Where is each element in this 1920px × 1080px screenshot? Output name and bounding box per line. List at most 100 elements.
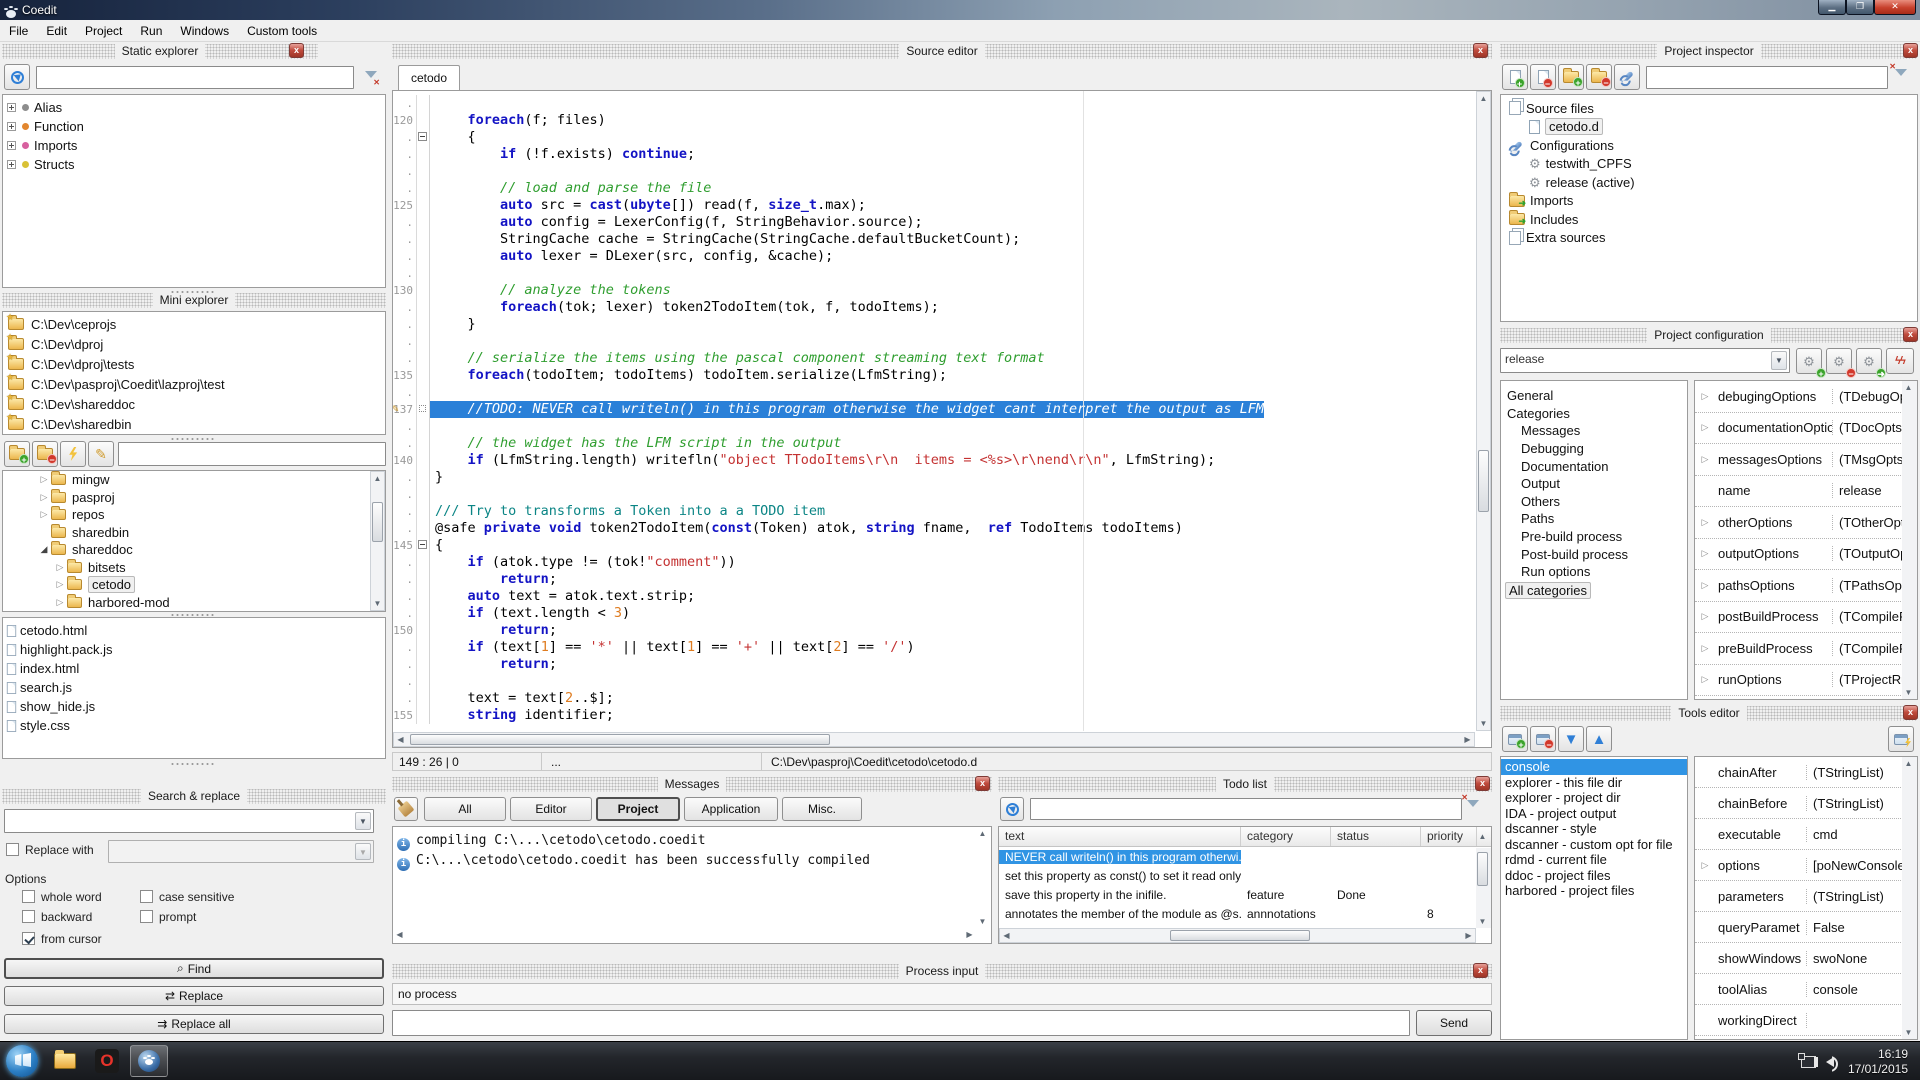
expand-icon[interactable]: ▷ xyxy=(1695,611,1715,622)
property-row[interactable]: ▷runOptions(TProjectRunO xyxy=(1695,665,1917,697)
todo-hscrollbar[interactable]: ◀ ▶ xyxy=(999,928,1476,943)
config-category-paths[interactable]: Paths xyxy=(1505,510,1687,528)
messages-tab-application[interactable]: Application xyxy=(684,797,778,821)
file-list-item[interactable]: style.css xyxy=(6,716,385,735)
menu-item-custom-tools[interactable]: Custom tools xyxy=(238,22,326,40)
messages-tab-editor[interactable]: Editor xyxy=(510,797,592,821)
expand-icon[interactable]: ▷ xyxy=(1695,643,1715,654)
todo-vscrollbar[interactable]: ▲ ▼ xyxy=(1476,848,1491,928)
property-row[interactable]: ▷debugingOptions(TDebugOpts) xyxy=(1695,381,1917,413)
code-line[interactable]: 130 // analyze the tokens xyxy=(393,282,1475,299)
code-line[interactable]: . // load and parse the file xyxy=(393,180,1475,197)
tool-item[interactable]: dscanner - style xyxy=(1501,821,1687,837)
code-line[interactable]: . auto config = LexerConfig(f, StringBeh… xyxy=(393,214,1475,231)
expand-icon[interactable]: ▷ xyxy=(55,597,65,608)
collapse-icon[interactable]: ◢ xyxy=(39,544,49,555)
expand-icon[interactable]: ▷ xyxy=(39,492,49,503)
code-line[interactable]: . xyxy=(393,418,1475,435)
mini-tree-scrollbar[interactable]: ▲ ▼ xyxy=(370,471,385,611)
inspector-item-testwith_cpfs[interactable]: ⚙testwith_CPFS xyxy=(1505,155,1917,174)
tool-item[interactable]: console xyxy=(1501,759,1687,775)
property-row[interactable]: workingDirect xyxy=(1695,1005,1917,1036)
code-line[interactable]: . xyxy=(393,673,1475,690)
code-line[interactable]: .@safe private void token2TodoItem(const… xyxy=(393,520,1475,537)
code-line[interactable]: . if (text.length < 3) xyxy=(393,605,1475,622)
code-line[interactable]: . xyxy=(393,486,1475,503)
folder-tree-item[interactable]: ▷pasproj xyxy=(7,489,385,507)
tools-editor-close-icon[interactable]: x xyxy=(1903,705,1918,720)
menu-item-run[interactable]: Run xyxy=(131,22,171,40)
tree-item-structs[interactable]: Structs xyxy=(7,155,385,174)
message-entry[interactable]: icompiling C:\...\cetodo\cetodo.coedit xyxy=(397,831,991,851)
folder-tree-item[interactable]: sharedbin xyxy=(7,524,385,542)
expand-icon[interactable]: ▷ xyxy=(39,509,49,520)
project-inspector-close-icon[interactable]: x xyxy=(1903,43,1918,58)
static-explorer-close-icon[interactable]: x xyxy=(289,43,304,58)
property-value[interactable]: swoNone xyxy=(1807,951,1917,966)
code-line[interactable]: 120 foreach(f; files) xyxy=(393,112,1475,129)
messages-tab-project[interactable]: Project xyxy=(596,797,680,821)
code-line[interactable]: . if (!f.exists) continue; xyxy=(393,146,1475,163)
folder-tree-item[interactable]: ▷repos xyxy=(7,506,385,524)
expand-icon[interactable]: ▷ xyxy=(1695,422,1715,433)
code-line[interactable]: 145{ xyxy=(393,537,1475,554)
messages-clear-button[interactable] xyxy=(394,797,418,821)
code-line[interactable]: .} xyxy=(393,469,1475,486)
config-remove-button[interactable]: ⚙− xyxy=(1826,348,1852,374)
folder-tree-item[interactable]: ▷cetodo xyxy=(7,576,385,594)
mini-explorer-remove-favorite-button[interactable]: − xyxy=(32,441,58,467)
tree-item-alias[interactable]: Alias xyxy=(7,98,385,117)
code-line[interactable]: . // the widget has the LFM script in th… xyxy=(393,435,1475,452)
property-row[interactable]: ▷messagesOptions(TMsgOpts) xyxy=(1695,444,1917,476)
property-row[interactable]: ▷otherOptions(TOtherOpts) xyxy=(1695,507,1917,539)
todo-row[interactable]: annotates the member of the module as @s… xyxy=(999,904,1491,923)
config-category-post-build-process[interactable]: Post-build process xyxy=(1505,545,1687,563)
find-button[interactable]: ⌕ Find xyxy=(4,958,384,979)
chevron-down-icon[interactable]: ▼ xyxy=(355,812,371,830)
expand-icon[interactable]: ▷ xyxy=(55,562,65,573)
property-value[interactable]: console xyxy=(1807,982,1917,997)
property-value[interactable]: (TStringList) xyxy=(1807,765,1917,780)
close-button[interactable]: ✕ xyxy=(1874,0,1916,15)
expand-icon[interactable]: ▷ xyxy=(1695,674,1715,685)
code-line[interactable]: . xyxy=(393,265,1475,282)
todo-column-header-priority[interactable]: priority xyxy=(1421,827,1477,846)
favorite-path[interactable]: C:\Dev\dproj\tests xyxy=(6,354,385,374)
configuration-combo[interactable]: release ▼ xyxy=(1500,348,1790,373)
process-input-field[interactable] xyxy=(392,1010,1410,1036)
messages-vscrollbar[interactable]: ▲ ▼ xyxy=(976,827,991,928)
inspector-item-imports[interactable]: Imports xyxy=(1505,192,1917,211)
file-list-item[interactable]: show_hide.js xyxy=(6,697,385,716)
code-line[interactable]: . if (text[1] == '*' || text[1] == '+' |… xyxy=(393,639,1475,656)
config-category-documentation[interactable]: Documentation xyxy=(1505,457,1687,475)
code-line[interactable]: . StringCache cache = StringCache(String… xyxy=(393,231,1475,248)
fold-collapse-icon[interactable] xyxy=(418,540,427,549)
todo-column-header-text[interactable]: text xyxy=(999,827,1241,846)
todo-column-header-category[interactable]: category xyxy=(1241,827,1331,846)
code-line[interactable]: . return; xyxy=(393,571,1475,588)
menu-item-file[interactable]: File xyxy=(0,22,37,40)
tool-move-up-button[interactable]: ▲ xyxy=(1586,726,1612,752)
property-row[interactable]: ▷options[poNewConsole,poNew xyxy=(1695,850,1917,881)
config-category-pre-build-process[interactable]: Pre-build process xyxy=(1505,528,1687,546)
property-row[interactable]: ▷postBuildProcess(TCompileProc xyxy=(1695,602,1917,634)
todo-column-header-status[interactable]: status xyxy=(1331,827,1421,846)
tab-cetodo[interactable]: cetodo xyxy=(398,65,460,90)
config-clone-button[interactable]: ⚙➜ xyxy=(1856,348,1882,374)
static-explorer-funnel-button[interactable] xyxy=(358,64,384,90)
taskbar-coedit-button[interactable] xyxy=(130,1045,168,1077)
code-line[interactable]: 150 return; xyxy=(393,622,1475,639)
messages-hscrollbar[interactable]: ◀ ▶ xyxy=(393,928,976,943)
folder-tree-item[interactable]: ▷harbored-mod xyxy=(7,594,385,612)
inspector-item-source-files[interactable]: Source files xyxy=(1505,99,1917,118)
code-line[interactable]: ./// Try to transforms a Token into a a … xyxy=(393,503,1475,520)
expand-icon[interactable] xyxy=(7,122,16,131)
expand-icon[interactable]: ▷ xyxy=(1695,454,1715,465)
start-button[interactable] xyxy=(6,1045,38,1077)
favorite-path[interactable]: C:\Dev\ceprojs xyxy=(6,314,385,334)
mini-explorer-path-input[interactable] xyxy=(118,442,386,466)
code-line[interactable]: . text = text[2..$]; xyxy=(393,690,1475,707)
code-line[interactable]: . return; xyxy=(393,656,1475,673)
property-row[interactable]: queryParametFalse xyxy=(1695,912,1917,943)
config-category-debugging[interactable]: Debugging xyxy=(1505,440,1687,458)
